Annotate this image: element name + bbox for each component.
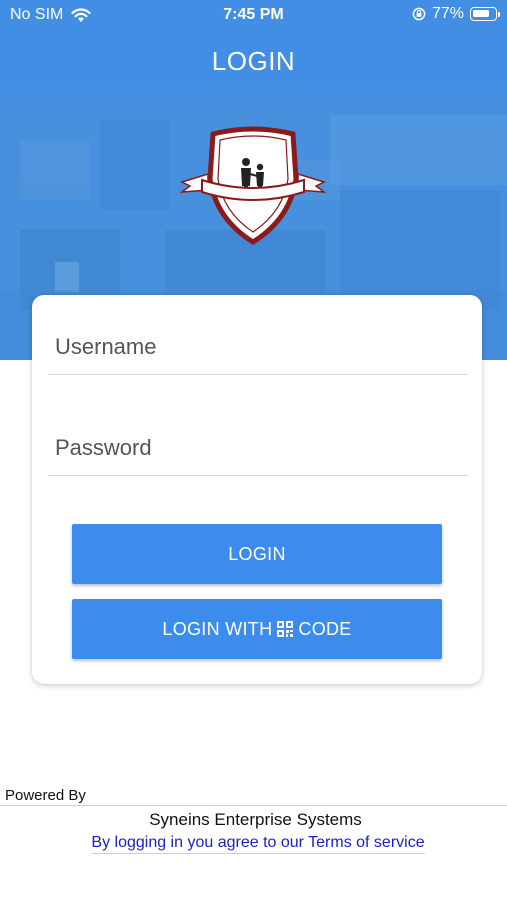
carrier-label: No SIM [10, 6, 64, 23]
status-bar: No SIM 7:45 PM 77% [0, 0, 507, 32]
password-input[interactable] [48, 420, 468, 476]
username-input[interactable] [48, 319, 468, 375]
login-card: LOGIN LOGIN WITH CODE [32, 295, 482, 684]
terms-text: By logging in you agree to our Terms of … [91, 834, 425, 854]
terms-of-service-link[interactable]: By logging in you agree to our Terms of … [0, 834, 507, 854]
battery-percent: 77% [431, 5, 464, 22]
login-screen: No SIM 7:45 PM 77% LOGIN Username LOGIN … [0, 0, 507, 900]
school-logo [179, 126, 327, 245]
qr-login-prefix: LOGIN WITH [162, 618, 273, 639]
login-with-qr-code-button[interactable]: LOGIN WITH CODE [72, 599, 442, 659]
company-name: Syneins Enterprise Systems [149, 810, 362, 829]
powered-by-label: Powered By [5, 787, 86, 804]
status-right: 77% [412, 5, 500, 23]
page-title: LOGIN [211, 46, 296, 76]
login-button-label: LOGIN [228, 543, 286, 564]
qr-login-suffix: CODE [298, 618, 352, 639]
battery-icon [470, 7, 500, 21]
orientation-lock-icon [412, 7, 426, 21]
login-button[interactable]: LOGIN [72, 524, 442, 584]
qr-code-icon [277, 621, 294, 637]
footer-divider [0, 805, 507, 806]
wifi-icon [71, 7, 91, 22]
status-left: No SIM [10, 6, 91, 24]
